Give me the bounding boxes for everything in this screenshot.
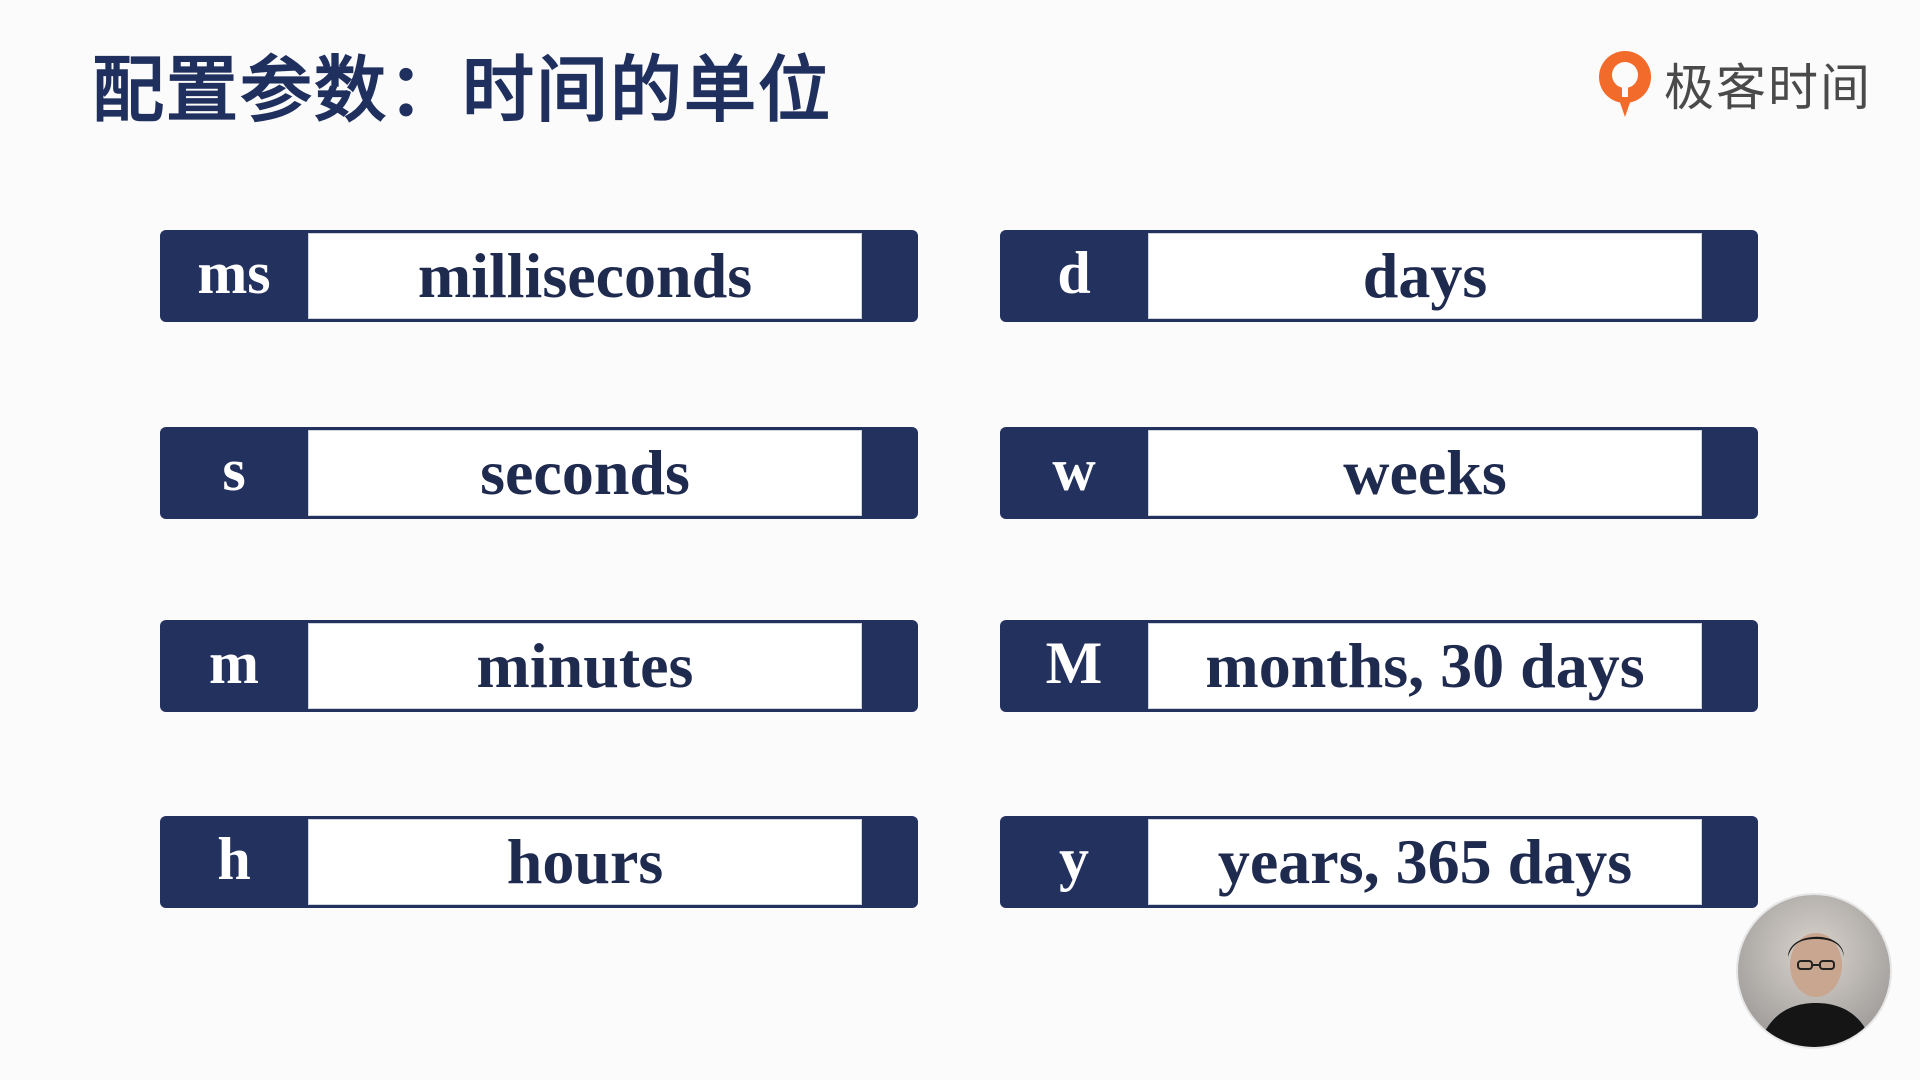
unit-abbr: ms bbox=[197, 239, 271, 306]
unit-end-cap bbox=[1702, 620, 1758, 712]
unit-name: seconds bbox=[308, 430, 862, 516]
unit-row-m: m minutes bbox=[160, 620, 918, 712]
unit-row-ms: ms milliseconds bbox=[160, 230, 918, 322]
slide: 配置参数：时间的单位 极客时间 ms milliseconds s second… bbox=[0, 0, 1920, 1080]
unit-row-d: d days bbox=[1000, 230, 1758, 322]
unit-abbr: h bbox=[217, 825, 251, 892]
unit-end-cap bbox=[862, 816, 918, 908]
unit-abbr: y bbox=[1059, 825, 1089, 892]
unit-name: hours bbox=[308, 819, 862, 905]
unit-row-y: y years, 365 days bbox=[1000, 816, 1758, 908]
unit-end-cap bbox=[1702, 427, 1758, 519]
unit-end-cap bbox=[862, 620, 918, 712]
unit-abbr: M bbox=[1045, 629, 1103, 696]
unit-row-M: M months, 30 days bbox=[1000, 620, 1758, 712]
unit-end-cap bbox=[1702, 816, 1758, 908]
presenter-silhouette-icon bbox=[1759, 933, 1873, 1047]
unit-end-cap bbox=[862, 230, 918, 322]
unit-name: minutes bbox=[308, 623, 862, 709]
unit-abbr: m bbox=[209, 629, 259, 696]
unit-end-cap bbox=[862, 427, 918, 519]
unit-name: days bbox=[1148, 233, 1702, 319]
unit-name: milliseconds bbox=[308, 233, 862, 319]
unit-abbr: w bbox=[1052, 436, 1096, 503]
unit-row-h: h hours bbox=[160, 816, 918, 908]
time-units-grid: ms milliseconds s seconds m minutes h ho… bbox=[0, 0, 1920, 1080]
presenter-avatar-icon bbox=[1736, 893, 1892, 1049]
unit-abbr: s bbox=[222, 436, 246, 503]
unit-name: weeks bbox=[1148, 430, 1702, 516]
unit-abbr: d bbox=[1057, 239, 1091, 306]
unit-end-cap bbox=[1702, 230, 1758, 322]
unit-name: months, 30 days bbox=[1148, 623, 1702, 709]
unit-row-w: w weeks bbox=[1000, 427, 1758, 519]
unit-row-s: s seconds bbox=[160, 427, 918, 519]
unit-name: years, 365 days bbox=[1148, 819, 1702, 905]
